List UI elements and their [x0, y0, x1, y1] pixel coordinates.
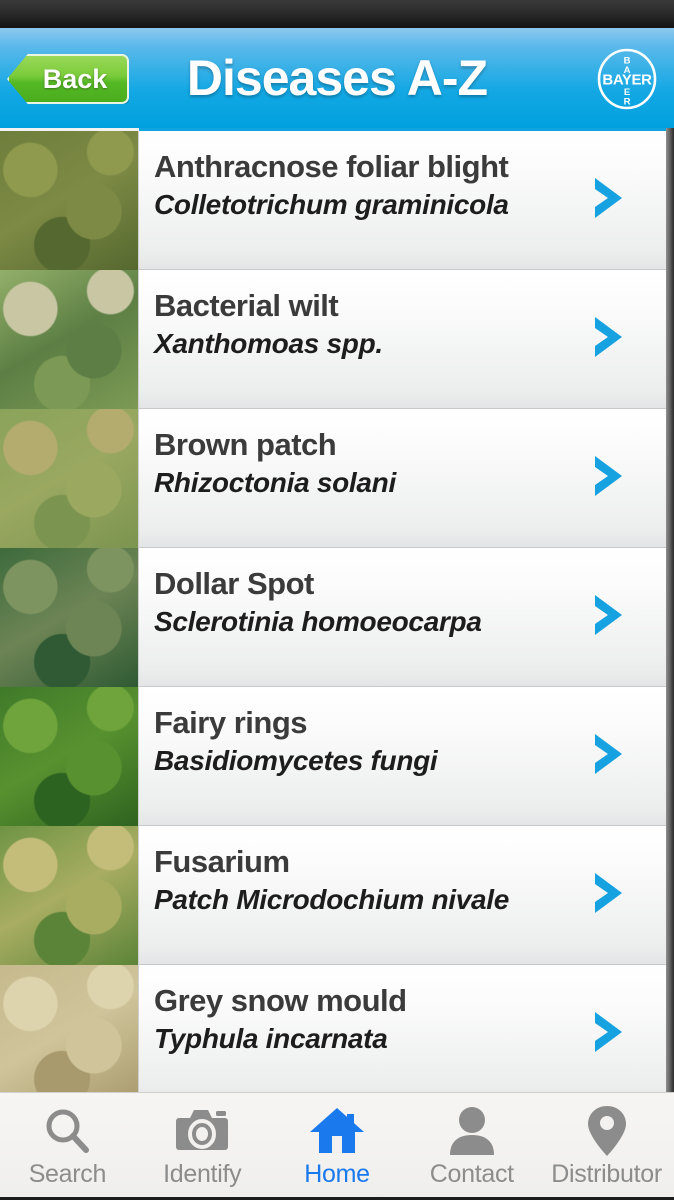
tab-label: Home — [304, 1160, 370, 1188]
disease-scientific-name: Colletotrichum graminicola — [154, 189, 509, 220]
svg-text:R: R — [624, 97, 631, 108]
tab-distributor[interactable]: Distributor — [539, 1093, 674, 1200]
disease-scientific-name: Basidiomycetes fungi — [154, 745, 438, 776]
grey-snow-mould-thumbnail — [0, 965, 139, 1092]
disease-scientific-name: Patch Microdochium nivale — [154, 884, 510, 915]
disease-list-item-body: Brown patch Rhizoctonia solani — [139, 409, 666, 548]
search-icon — [41, 1103, 93, 1159]
disease-list[interactable]: Anthracnose foliar blight Colletotrichum … — [0, 128, 674, 1092]
tab-identify[interactable]: Identify — [135, 1093, 270, 1200]
disease-title: Bacterial wilt — [154, 288, 339, 323]
disease-scientific-name: Sclerotinia homoeocarpa — [154, 606, 482, 637]
tab-contact[interactable]: Contact — [404, 1093, 539, 1200]
disease-scientific-name: Xanthomoas spp. — [154, 328, 383, 359]
tab-label: Contact — [429, 1160, 514, 1188]
svg-text:A: A — [624, 65, 631, 76]
chevron-right-icon[interactable] — [591, 731, 627, 777]
fusarium-thumbnail — [0, 826, 139, 965]
disease-list-item[interactable]: Fusarium Patch Microdochium nivale — [0, 826, 674, 965]
chevron-right-icon[interactable] — [591, 592, 627, 638]
chevron-right-icon[interactable] — [591, 453, 627, 499]
disease-list-item-body: Anthracnose foliar blight Colletotrichum … — [139, 131, 666, 270]
chevron-right-icon[interactable] — [591, 314, 627, 360]
disease-list-item[interactable]: Grey snow mould Typhula incarnata — [0, 965, 674, 1092]
disease-list-item-body: Fairy rings Basidiomycetes fungi — [139, 687, 666, 826]
tab-label: Identify — [163, 1160, 242, 1188]
tab-home[interactable]: Home — [270, 1093, 405, 1200]
page-title: Diseases A-Z — [186, 50, 488, 106]
disease-list-item[interactable]: Dollar Spot Sclerotinia homoeocarpa — [0, 548, 674, 687]
disease-list-item-body: Fusarium Patch Microdochium nivale — [139, 826, 666, 965]
disease-title: Fusarium — [154, 844, 290, 879]
person-icon — [446, 1103, 498, 1159]
disease-list-item[interactable]: Brown patch Rhizoctonia solani — [0, 409, 674, 548]
tab-label: Distributor — [551, 1160, 662, 1188]
dollar-spot-thumbnail — [0, 548, 139, 687]
chevron-right-icon[interactable] — [591, 870, 627, 916]
disease-title: Fairy rings — [154, 705, 308, 740]
disease-scientific-name: Typhula incarnata — [154, 1023, 388, 1054]
chevron-right-icon[interactable] — [591, 175, 627, 221]
disease-list-item-body: Bacterial wilt Xanthomoas spp. — [139, 270, 666, 409]
disease-list-item[interactable]: Fairy rings Basidiomycetes fungi — [0, 687, 674, 826]
disease-title: Grey snow mould — [154, 983, 407, 1018]
disease-list-item-body: Grey snow mould Typhula incarnata — [139, 965, 666, 1092]
bottom-tab-bar: Search Identify Home Contact Distributor — [0, 1092, 674, 1200]
tab-label: Search — [28, 1160, 107, 1188]
disease-title: Dollar Spot — [154, 566, 314, 601]
app-header: Back Diseases A-Z BAYER B A E R — [0, 28, 674, 128]
disease-title: Brown patch — [154, 427, 337, 462]
home-icon — [309, 1103, 365, 1159]
disease-title: Anthracnose foliar blight — [154, 149, 509, 184]
status-bar — [0, 0, 674, 28]
camera-icon — [174, 1103, 230, 1159]
app-screen: Back Diseases A-Z BAYER B A E R Anthracn… — [0, 0, 674, 1200]
fairy-rings-thumbnail — [0, 687, 139, 826]
map-pin-icon — [585, 1103, 629, 1159]
disease-list-item[interactable]: Bacterial wilt Xanthomoas spp. — [0, 270, 674, 409]
right-bezel — [666, 128, 674, 1092]
disease-scientific-name: Rhizoctonia solani — [154, 467, 396, 498]
disease-list-item-body: Dollar Spot Sclerotinia homoeocarpa — [139, 548, 666, 687]
disease-list-item[interactable]: Anthracnose foliar blight Colletotrichum … — [0, 131, 674, 270]
tab-search[interactable]: Search — [0, 1093, 135, 1200]
chevron-right-icon[interactable] — [591, 1009, 627, 1055]
brown-patch-thumbnail — [0, 409, 139, 548]
anthracnose-thumbnail — [0, 131, 139, 270]
bayer-cross-logo[interactable]: BAYER B A E R — [596, 48, 658, 110]
bacterial-wilt-thumbnail — [0, 270, 139, 409]
